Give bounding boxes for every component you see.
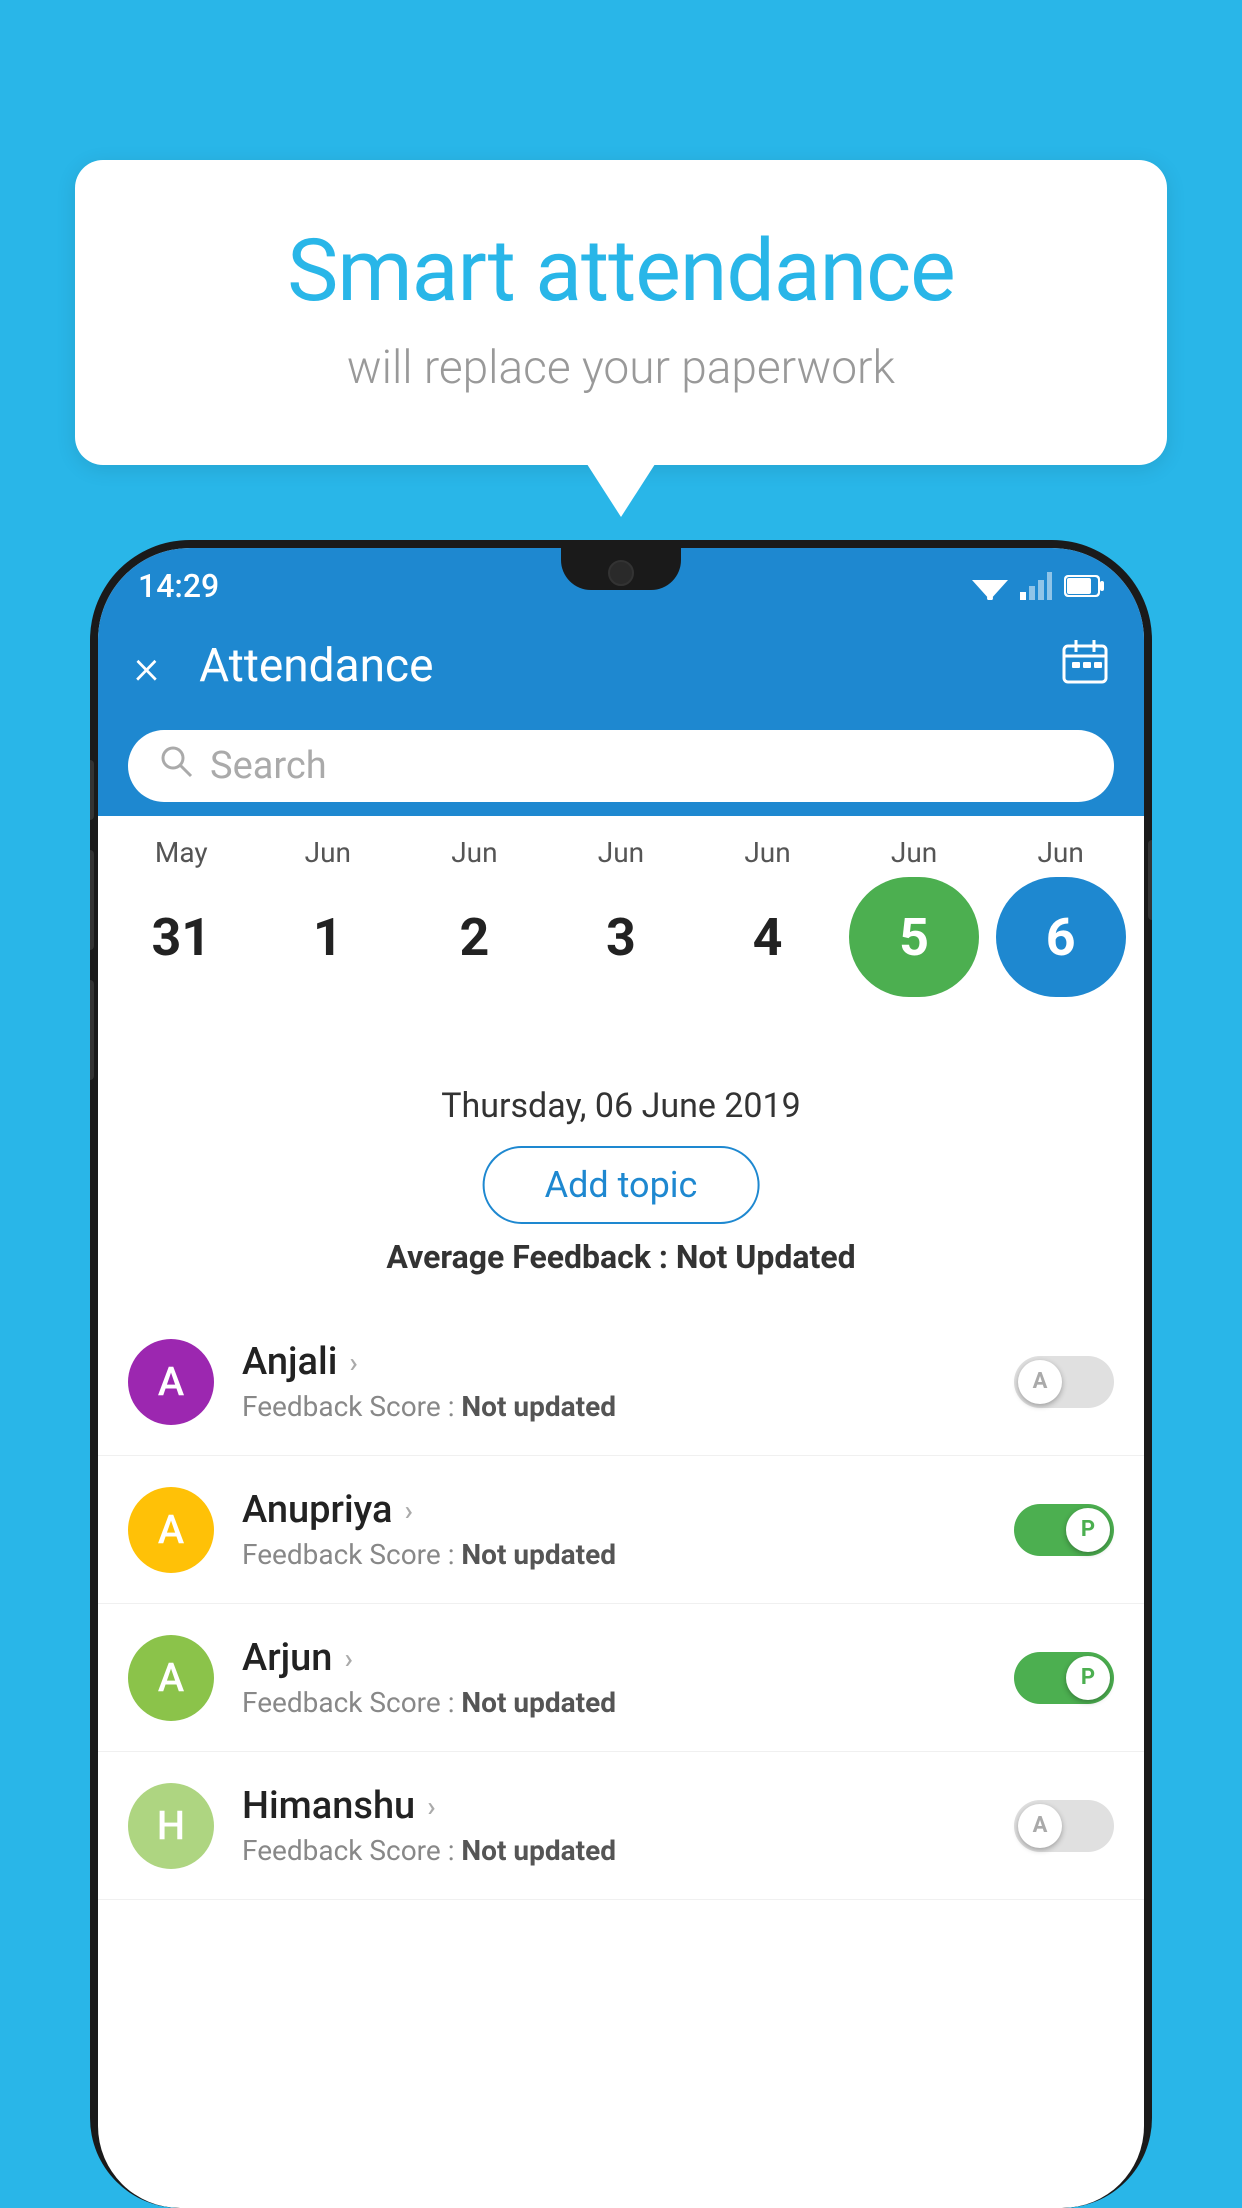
student-feedback-value-0: Not updated	[461, 1390, 616, 1423]
student-avatar-0: A	[128, 1339, 214, 1425]
status-icons	[972, 564, 1104, 600]
header-title: Attendance	[199, 639, 1062, 693]
selected-date-text: Thursday, 06 June 2019	[441, 1086, 801, 1126]
notch	[561, 548, 681, 590]
calendar-icon[interactable]	[1062, 638, 1108, 694]
student-item-3[interactable]: H Himanshu › Feedback Score : Not updated A	[98, 1752, 1144, 1900]
wifi-icon	[972, 572, 1008, 600]
attendance-toggle-1[interactable]: P	[1014, 1504, 1114, 1556]
student-feedback-value-1: Not updated	[461, 1538, 616, 1571]
signal-icon	[1020, 572, 1052, 600]
student-feedback-2: Feedback Score : Not updated	[242, 1686, 994, 1719]
search-icon	[158, 743, 194, 789]
toggle-container-3[interactable]: A	[1014, 1800, 1114, 1852]
student-feedback-1: Feedback Score : Not updated	[242, 1538, 994, 1571]
student-name-3: Himanshu ›	[242, 1784, 994, 1828]
student-avatar-2: A	[128, 1635, 214, 1721]
battery-icon	[1064, 575, 1104, 597]
avg-feedback-label: Average Feedback :	[386, 1238, 675, 1276]
student-avatar-3: H	[128, 1783, 214, 1869]
attendance-toggle-0[interactable]: A	[1014, 1356, 1114, 1408]
speech-bubble-container: Smart attendance will replace your paper…	[75, 160, 1167, 465]
toggle-knob-3: A	[1018, 1804, 1062, 1848]
student-item-2[interactable]: A Arjun › Feedback Score : Not updated P	[98, 1604, 1144, 1752]
date-day-3[interactable]: 3	[556, 877, 686, 997]
toggle-container-0[interactable]: A	[1014, 1356, 1114, 1408]
close-button[interactable]: ×	[134, 638, 159, 695]
student-avatar-1: A	[128, 1487, 214, 1573]
add-topic-button[interactable]: Add topic	[483, 1146, 760, 1224]
attendance-toggle-3[interactable]: A	[1014, 1800, 1114, 1852]
bubble-title: Smart attendance	[155, 220, 1087, 321]
date-month-0: May	[116, 836, 246, 869]
student-info-2: Arjun › Feedback Score : Not updated	[242, 1636, 994, 1719]
volume-up-button	[90, 850, 94, 950]
power-button	[90, 760, 94, 820]
student-list: AAnjali ›Feedback Score : Not updatedAAA…	[98, 1308, 1144, 2208]
student-feedback-0: Feedback Score : Not updated	[242, 1390, 994, 1423]
phone-frame: 14:29	[90, 540, 1152, 2208]
toggle-container-2[interactable]: P	[1014, 1652, 1114, 1704]
date-month-4: Jun	[703, 836, 833, 869]
volume-down-button	[90, 980, 94, 1080]
student-chevron-0: ›	[349, 1346, 357, 1379]
student-feedback-3: Feedback Score : Not updated	[242, 1834, 994, 1867]
status-time: 14:29	[138, 559, 219, 605]
student-info-1: Anupriya › Feedback Score : Not updated	[242, 1488, 994, 1571]
search-input[interactable]: Search	[210, 744, 327, 788]
average-feedback: Average Feedback : Not Updated	[98, 1238, 1144, 1276]
phone-inner: 14:29	[98, 548, 1144, 2208]
date-day-5[interactable]: 5	[849, 877, 979, 997]
speech-bubble: Smart attendance will replace your paper…	[75, 160, 1167, 465]
volume-button	[1148, 840, 1152, 920]
date-month-2: Jun	[409, 836, 539, 869]
student-name-2: Arjun ›	[242, 1636, 994, 1680]
camera	[608, 560, 634, 586]
date-day-2[interactable]: 2	[409, 877, 539, 997]
date-month-3: Jun	[556, 836, 686, 869]
toggle-container-1[interactable]: P	[1014, 1504, 1114, 1556]
date-month-5: Jun	[849, 836, 979, 869]
date-months-row: May Jun Jun Jun Jun Jun Jun	[98, 836, 1144, 869]
date-day-0[interactable]: 31	[116, 877, 246, 997]
date-days-row: 31123456	[98, 877, 1144, 997]
toggle-knob-2: P	[1066, 1656, 1110, 1700]
student-info-3: Himanshu › Feedback Score : Not updated	[242, 1784, 994, 1867]
student-feedback-value-3: Not updated	[461, 1834, 616, 1867]
student-chevron-1: ›	[404, 1494, 412, 1527]
student-name-1: Anupriya ›	[242, 1488, 994, 1532]
student-feedback-value-2: Not updated	[461, 1686, 616, 1719]
date-day-1[interactable]: 1	[263, 877, 393, 997]
toggle-knob-1: P	[1066, 1508, 1110, 1552]
search-bar: Search	[98, 716, 1144, 816]
app-header: × Attendance	[98, 616, 1144, 716]
date-day-4[interactable]: 4	[703, 877, 833, 997]
date-month-6: Jun	[996, 836, 1126, 869]
student-item-0[interactable]: A Anjali › Feedback Score : Not updated A	[98, 1308, 1144, 1456]
selected-date-info: Thursday, 06 June 2019	[98, 1066, 1144, 1136]
bubble-subtitle: will replace your paperwork	[155, 341, 1087, 395]
student-name-0: Anjali ›	[242, 1340, 994, 1384]
student-chevron-2: ›	[344, 1642, 352, 1675]
date-month-1: Jun	[263, 836, 393, 869]
avg-feedback-value: Not Updated	[676, 1238, 856, 1276]
student-chevron-3: ›	[427, 1790, 435, 1823]
app-screen: 14:29	[98, 548, 1144, 2208]
date-day-6[interactable]: 6	[996, 877, 1126, 997]
date-scroller[interactable]: May Jun Jun Jun Jun Jun Jun 31123456	[98, 816, 1144, 1007]
search-input-container[interactable]: Search	[128, 730, 1114, 802]
student-item-1[interactable]: A Anupriya › Feedback Score : Not updated P	[98, 1456, 1144, 1604]
attendance-toggle-2[interactable]: P	[1014, 1652, 1114, 1704]
toggle-knob-0: A	[1018, 1360, 1062, 1404]
student-info-0: Anjali › Feedback Score : Not updated	[242, 1340, 994, 1423]
